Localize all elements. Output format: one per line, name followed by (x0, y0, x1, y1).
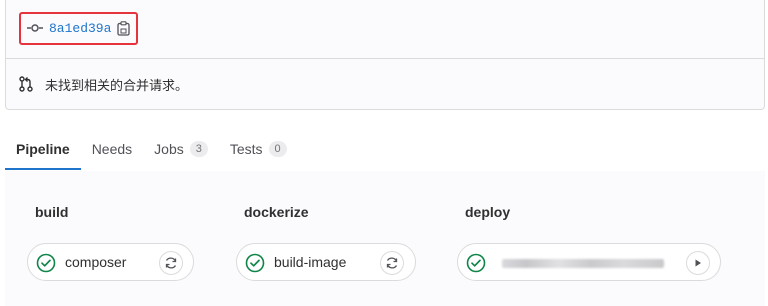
job-composer[interactable]: composer (27, 243, 194, 281)
redacted-job-name (502, 259, 664, 268)
job-deploy[interactable] (457, 243, 721, 281)
pipeline-graph: build composer dockerize build-image dep… (5, 171, 765, 306)
retry-icon (385, 256, 399, 270)
retry-button[interactable] (159, 251, 183, 275)
commit-sha-link[interactable]: 8a1ed39a (49, 21, 111, 36)
merge-request-icon (19, 76, 33, 92)
tab-pipeline[interactable]: Pipeline (5, 128, 81, 170)
retry-icon (164, 256, 178, 270)
success-status-icon (36, 253, 56, 273)
tests-count-badge: 0 (268, 141, 287, 157)
commit-row: 8a1ed39a (6, 0, 764, 59)
commit-highlight: 8a1ed39a (19, 12, 138, 45)
tab-needs-label: Needs (91, 141, 133, 157)
tab-tests[interactable]: Tests 0 (219, 128, 298, 170)
job-build-image[interactable]: build-image (236, 243, 416, 281)
stage-title-deploy: deploy (465, 204, 511, 220)
stage-title-build: build (35, 204, 69, 220)
play-icon (693, 258, 703, 268)
tab-jobs-label: Jobs (154, 141, 184, 157)
merge-request-row: 未找到相关的合并请求。 (6, 58, 768, 110)
tab-jobs[interactable]: Jobs 3 (143, 128, 219, 170)
jobs-count-badge: 3 (189, 141, 208, 157)
tab-pipeline-label: Pipeline (16, 141, 70, 157)
success-status-icon (245, 253, 265, 273)
success-status-icon (466, 253, 486, 273)
tab-needs[interactable]: Needs (81, 128, 143, 170)
merge-request-message: 未找到相关的合并请求。 (45, 77, 189, 93)
job-name: build-image (274, 254, 347, 270)
commit-info-card: 8a1ed39a 未找到相关的合并请求。 (5, 0, 765, 110)
tab-tests-label: Tests (229, 141, 263, 157)
play-button[interactable] (686, 251, 710, 275)
pipeline-tabs: Pipeline Needs Jobs 3 Tests 0 (5, 128, 765, 172)
commit-icon (27, 20, 43, 38)
copy-icon[interactable] (117, 21, 131, 36)
retry-button[interactable] (380, 251, 404, 275)
job-name: composer (65, 254, 127, 270)
stage-title-dockerize: dockerize (244, 204, 309, 220)
